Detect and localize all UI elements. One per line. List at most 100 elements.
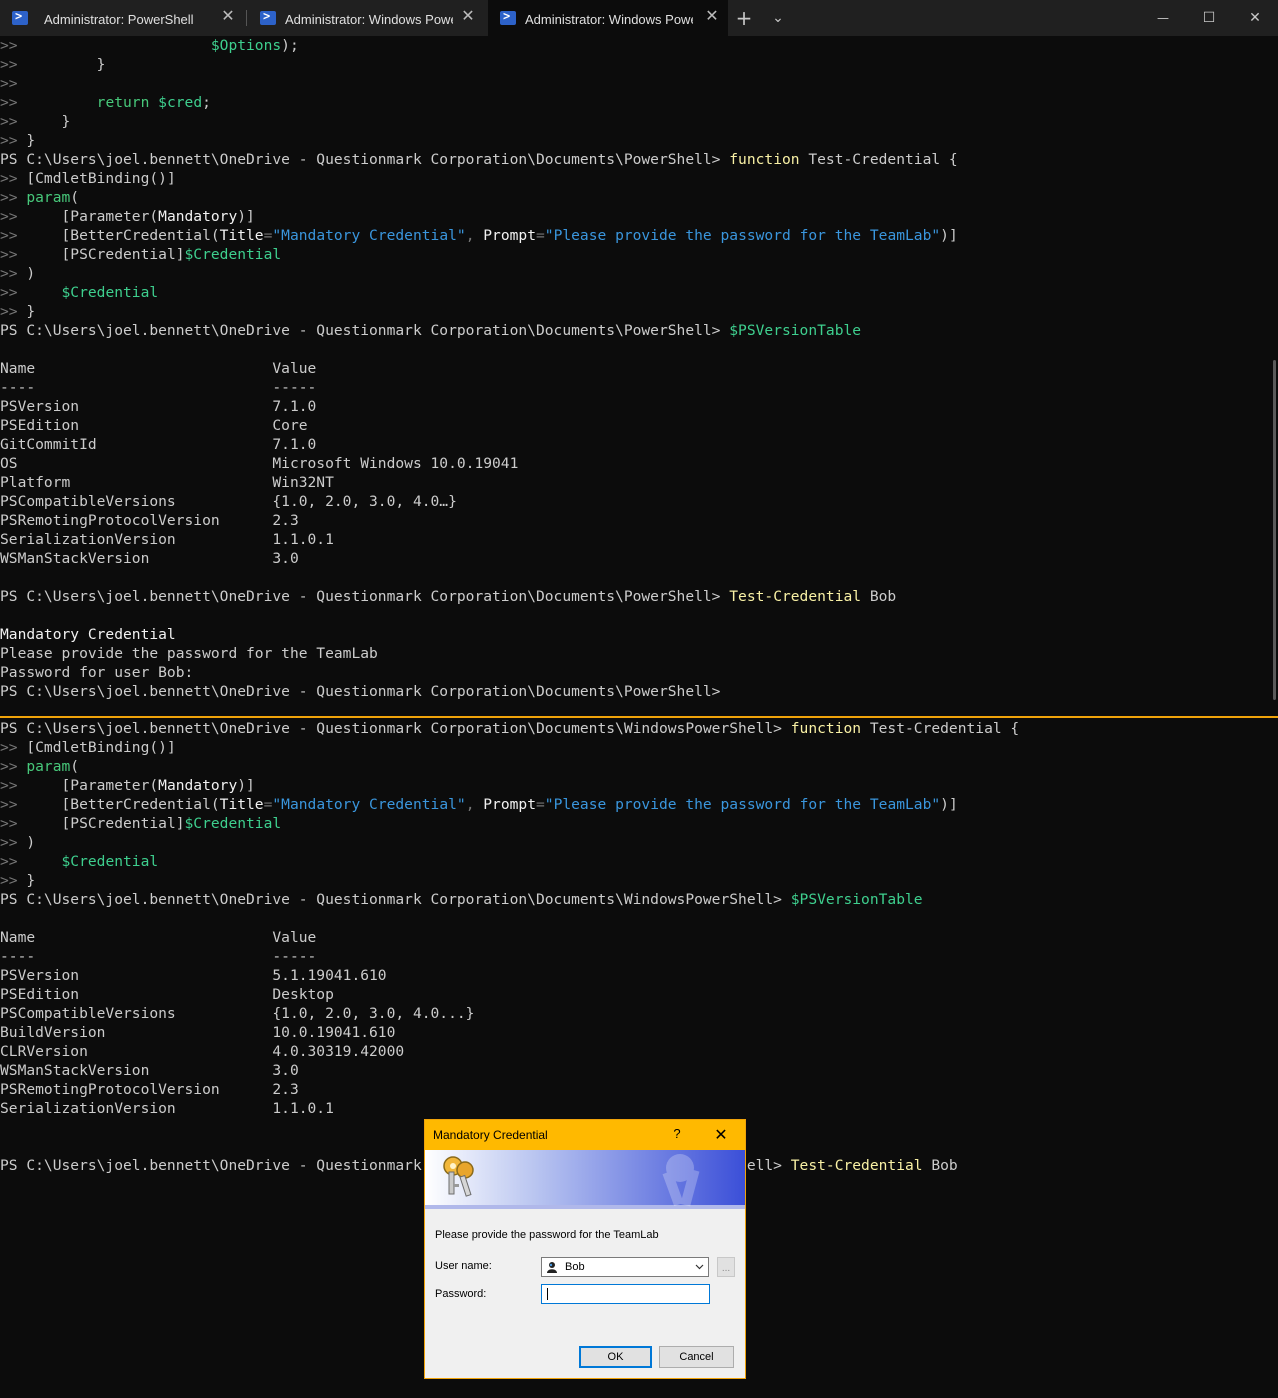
terminal-text-segment: )]	[237, 777, 255, 794]
terminal-text-segment: BuildVersion 10.0.19041.610	[0, 1024, 396, 1041]
terminal-text-segment: [PSCredential]	[26, 246, 185, 263]
terminal-text-segment: $cred	[158, 94, 203, 111]
terminal-text-segment: Test-Credential {	[799, 151, 958, 168]
tab-close-icon[interactable]: ✕	[460, 9, 476, 25]
terminal-text-segment: }	[26, 132, 36, 149]
terminal-text-segment: "Please provide the password for the Tea…	[544, 227, 941, 244]
username-label: User name:	[435, 1260, 492, 1272]
terminal-text-segment: ;	[202, 94, 211, 111]
terminal-text-segment: }	[26, 872, 36, 889]
tab-label: Administrator: PowerShell	[44, 12, 194, 27]
terminal-line: SerializationVersion 1.1.0.1	[0, 1099, 334, 1118]
close-button[interactable]: ✕	[1232, 0, 1278, 36]
terminal-line: SerializationVersion 1.1.0.1	[0, 530, 334, 549]
terminal-text-segment: >>	[0, 75, 18, 92]
ok-button[interactable]: OK	[579, 1346, 652, 1368]
tab-separator	[246, 10, 247, 26]
terminal-text-segment: [PSCredential]	[26, 815, 185, 832]
terminal-text-segment: Title	[219, 796, 264, 813]
tab-close-icon[interactable]: ✕	[220, 9, 236, 25]
terminal-line: BuildVersion 10.0.19041.610	[0, 1023, 395, 1042]
terminal-line: >> [CmdletBinding()]	[0, 738, 176, 757]
username-combobox[interactable]: Bob	[541, 1257, 709, 1277]
tab-powershell[interactable]: Administrator: PowerShell ✕	[0, 0, 244, 36]
terminal-text-segment: $Credential	[184, 815, 282, 832]
terminal-line: PSVersion 5.1.19041.610	[0, 966, 387, 985]
terminal-line: >> [CmdletBinding()]	[0, 169, 176, 188]
terminal-text-segment: Title	[219, 227, 264, 244]
terminal-text-segment: Please provide the password for the Team…	[0, 645, 378, 662]
dialog-titlebar: Mandatory Credential ? ✕	[425, 1120, 745, 1150]
help-button[interactable]: ?	[669, 1126, 685, 1141]
terminal-text-segment: >>	[0, 56, 27, 73]
terminal-text-segment: [BetterCredential(	[26, 796, 220, 813]
terminal-text-segment: param	[26, 189, 71, 206]
tab-windows-powershell[interactable]: Administrator: Windows PowerShell ✕	[248, 0, 484, 36]
terminal-text-segment: >>	[0, 284, 27, 301]
terminal-text-segment: PSRemotingProtocolVersion 2.3	[0, 1081, 299, 1098]
terminal-text-segment: $PSVersionTable	[790, 891, 923, 908]
terminal-line: >> [BetterCredential(Title = "Mandatory Cr…	[0, 226, 958, 245]
terminal-text-segment: >>	[0, 265, 27, 282]
terminal-text-segment: >>	[0, 758, 27, 775]
terminal-text-segment: ,	[465, 796, 484, 813]
terminal-text-segment: [CmdletBinding()]	[26, 739, 176, 756]
terminal-text-segment: [CmdletBinding()]	[26, 170, 176, 187]
scrollbar-thumb[interactable]	[1273, 360, 1276, 700]
browse-users-button[interactable]: ...	[717, 1257, 735, 1277]
terminal-line: >> }	[0, 871, 35, 890]
terminal-text-segment: PSVersion 7.1.0	[0, 398, 317, 415]
terminal-text-segment: "Mandatory Credential"	[272, 796, 466, 813]
terminal-pane-top[interactable]: >> $Options); >> } >> >> return $cred; >> } >…	[0, 36, 1278, 716]
pane-divider[interactable]	[0, 716, 1278, 718]
terminal-text-segment: =	[535, 227, 545, 244]
maximize-button[interactable]: ☐	[1186, 0, 1232, 36]
terminal-text-segment: [Parameter(	[26, 777, 159, 794]
terminal-text-segment: }	[26, 56, 106, 73]
terminal-text-segment: Mandatory	[158, 777, 238, 794]
terminal-text-segment: $Credential	[61, 853, 159, 870]
terminal-text-segment: $PSVersionTable	[729, 322, 862, 339]
terminal-text-segment: >>	[0, 303, 27, 320]
terminal-line: >> )	[0, 833, 35, 852]
terminal-text-segment: WSManStackVersion 3.0	[0, 1062, 299, 1079]
terminal-line: Name Value	[0, 928, 316, 947]
tab-close-icon[interactable]: ✕	[704, 9, 720, 25]
terminal-line: >> $Options);	[0, 36, 299, 55]
terminal-text-segment: Bob	[861, 588, 897, 605]
minimize-button[interactable]: —	[1140, 0, 1186, 36]
terminal-text-segment: >>	[0, 796, 27, 813]
terminal-line: PS C:\Users\joel.bennett\OneDrive - Ques…	[0, 719, 1019, 738]
terminal-line: ---- -----	[0, 378, 316, 397]
password-field[interactable]	[541, 1284, 710, 1304]
terminal-line: PS C:\Users\joel.bennett\OneDrive - Ques…	[0, 890, 923, 909]
credential-dialog: Mandatory Credential ? ✕ Please provide …	[424, 1119, 746, 1379]
tab-windows-powershell-active[interactable]: Administrator: Windows PowerShell ✕	[488, 0, 728, 36]
cancel-button[interactable]: Cancel	[659, 1346, 734, 1368]
terminal-line: >> return $cred;	[0, 93, 211, 112]
terminal-line: >> [PSCredential]$Credential	[0, 245, 281, 264]
terminal-line: PSRemotingProtocolVersion 2.3	[0, 511, 299, 530]
terminal-text-segment: Bob	[922, 1157, 958, 1174]
terminal-text-segment: >>	[0, 94, 27, 111]
terminal-text-segment: >>	[0, 189, 27, 206]
terminal-line: PSRemotingProtocolVersion 2.3	[0, 1080, 299, 1099]
terminal-line: PSVersion 7.1.0	[0, 397, 316, 416]
terminal-line: PS C:\Users\joel.bennett\OneDrive - Ques…	[0, 682, 720, 701]
terminal-text-segment: PSCompatibleVersions {1.0, 2.0, 3.0, 4.0…	[0, 493, 457, 510]
terminal-line: >> [PSCredential]$Credential	[0, 814, 281, 833]
dialog-close-button[interactable]: ✕	[713, 1125, 729, 1145]
new-tab-button[interactable]: +	[732, 0, 756, 36]
terminal-text-segment: PS C:\Users\joel.bennett\OneDrive - Ques…	[0, 683, 721, 700]
terminal-line: Platform Win32NT	[0, 473, 334, 492]
powershell-icon	[260, 9, 276, 25]
terminal-text-segment: $Credential	[61, 284, 159, 301]
terminal-text-segment: Test-Credential {	[861, 720, 1020, 737]
terminal-text-segment: Password for user Bob:	[0, 664, 194, 681]
terminal-text-segment: )	[26, 834, 36, 851]
tab-dropdown-button[interactable]: ⌄	[766, 0, 790, 36]
terminal-text-segment: PSEdition Core	[0, 417, 308, 434]
text-caret	[547, 1288, 548, 1300]
terminal-line: Password for user Bob:	[0, 663, 193, 682]
